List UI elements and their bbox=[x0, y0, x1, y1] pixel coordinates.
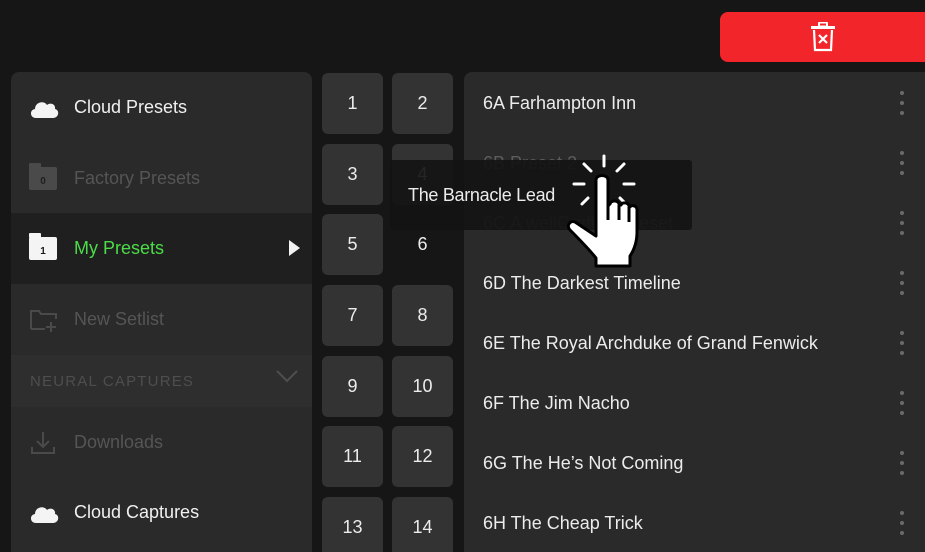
bank-number: 13 bbox=[342, 517, 363, 537]
folder-plus-icon bbox=[29, 307, 59, 333]
bank-number: 11 bbox=[343, 446, 362, 466]
sidebar-item-new-setlist[interactable]: New Setlist bbox=[11, 284, 312, 355]
bank-number: 9 bbox=[347, 376, 358, 396]
preset-name: 6E The Royal Archduke of Grand Fenwick bbox=[483, 332, 818, 353]
more-options-icon[interactable] bbox=[900, 211, 904, 235]
bank-number: 10 bbox=[412, 376, 433, 396]
bank-button-9[interactable]: 9 bbox=[322, 356, 383, 417]
folder-icon: 1 bbox=[29, 233, 59, 262]
download-icon bbox=[29, 430, 59, 456]
section-heading-label: NEURAL CAPTURES bbox=[30, 372, 195, 390]
more-options-icon[interactable] bbox=[900, 331, 904, 355]
bank-button-13[interactable]: 13 bbox=[322, 497, 383, 552]
sidebar-item-label: Cloud Presets bbox=[74, 97, 188, 117]
bank-button-11[interactable]: 11 bbox=[322, 426, 383, 487]
preset-list: 6A Farhampton Inn 6B Preset 2 6C A wellC… bbox=[464, 72, 925, 552]
preset-name: 6G The He’s Not Coming bbox=[483, 452, 684, 473]
folder-badge-number: 1 bbox=[40, 246, 46, 257]
sidebar: Cloud Presets 0 Factory Presets 1 My Pre… bbox=[11, 72, 312, 552]
preset-name: 6D The Darkest Timeline bbox=[483, 272, 681, 293]
tap-hand-icon bbox=[566, 154, 639, 268]
delete-drop-zone[interactable] bbox=[720, 12, 925, 62]
preset-name: 6H The Cheap Trick bbox=[483, 512, 643, 533]
cloud-icon bbox=[29, 95, 59, 121]
sidebar-item-label: Downloads bbox=[74, 432, 164, 452]
more-options-icon[interactable] bbox=[900, 451, 904, 475]
preset-name: 6F The Jim Nacho bbox=[483, 392, 630, 413]
sidebar-item-label: New Setlist bbox=[74, 309, 165, 329]
bank-button-1[interactable]: 1 bbox=[322, 73, 383, 134]
folder-badge-number: 0 bbox=[40, 176, 46, 187]
sidebar-item-factory-presets[interactable]: 0 Factory Presets bbox=[11, 143, 312, 214]
bank-button-5[interactable]: 5 bbox=[322, 214, 383, 275]
preset-row[interactable]: 6E The Royal Archduke of Grand Fenwick bbox=[464, 313, 925, 373]
more-options-icon[interactable] bbox=[900, 151, 904, 175]
bank-button-14[interactable]: 14 bbox=[392, 497, 453, 552]
bank-button-7[interactable]: 7 bbox=[322, 285, 383, 346]
play-arrow-icon bbox=[289, 240, 300, 256]
more-options-icon[interactable] bbox=[900, 271, 904, 295]
bank-number: 7 bbox=[347, 305, 358, 325]
bank-number: 2 bbox=[417, 93, 428, 113]
sidebar-item-label: Factory Presets bbox=[74, 168, 201, 188]
sidebar-item-label: My Presets bbox=[74, 238, 165, 258]
bank-number: 5 bbox=[347, 234, 358, 254]
preset-row[interactable]: 6H The Cheap Trick bbox=[464, 493, 925, 552]
more-options-icon[interactable] bbox=[900, 91, 904, 115]
preset-row[interactable]: 6D The Darkest Timeline bbox=[464, 253, 925, 313]
sidebar-item-cloud-captures[interactable]: Cloud Captures bbox=[11, 477, 312, 548]
bank-number: 8 bbox=[417, 305, 428, 325]
more-options-icon[interactable] bbox=[900, 511, 904, 535]
section-heading-neural-captures[interactable]: NEURAL CAPTURES bbox=[11, 355, 312, 407]
bank-button-12[interactable]: 12 bbox=[392, 426, 453, 487]
preset-row[interactable]: 6F The Jim Nacho bbox=[464, 373, 925, 433]
sidebar-item-cloud-presets[interactable]: Cloud Presets bbox=[11, 72, 312, 143]
bank-button-2[interactable]: 2 bbox=[392, 73, 453, 134]
dragged-preset-label: The Barnacle Lead bbox=[408, 184, 556, 205]
bank-button-3[interactable]: 3 bbox=[322, 144, 383, 205]
bank-number: 14 bbox=[412, 517, 433, 537]
preset-name: 6A Farhampton Inn bbox=[483, 92, 637, 113]
preset-row[interactable]: 6G The He’s Not Coming bbox=[464, 433, 925, 493]
bank-number: 6 bbox=[417, 234, 428, 254]
bank-number: 3 bbox=[347, 164, 358, 184]
chevron-down-icon bbox=[276, 369, 298, 387]
dragged-preset-chip[interactable]: The Barnacle Lead bbox=[390, 160, 692, 230]
trash-icon bbox=[810, 22, 835, 52]
sidebar-item-my-presets[interactable]: 1 My Presets bbox=[11, 213, 312, 284]
more-options-icon[interactable] bbox=[900, 391, 904, 415]
sidebar-item-label: Cloud Captures bbox=[74, 502, 200, 522]
bank-number: 12 bbox=[412, 446, 433, 466]
bank-button-10[interactable]: 10 bbox=[392, 356, 453, 417]
sidebar-item-downloads[interactable]: Downloads bbox=[11, 407, 312, 478]
folder-icon: 0 bbox=[29, 163, 59, 192]
bank-button-8[interactable]: 8 bbox=[392, 285, 453, 346]
preset-row[interactable]: 6A Farhampton Inn bbox=[464, 73, 925, 133]
cloud-icon bbox=[29, 500, 59, 526]
bank-number: 1 bbox=[347, 93, 358, 113]
